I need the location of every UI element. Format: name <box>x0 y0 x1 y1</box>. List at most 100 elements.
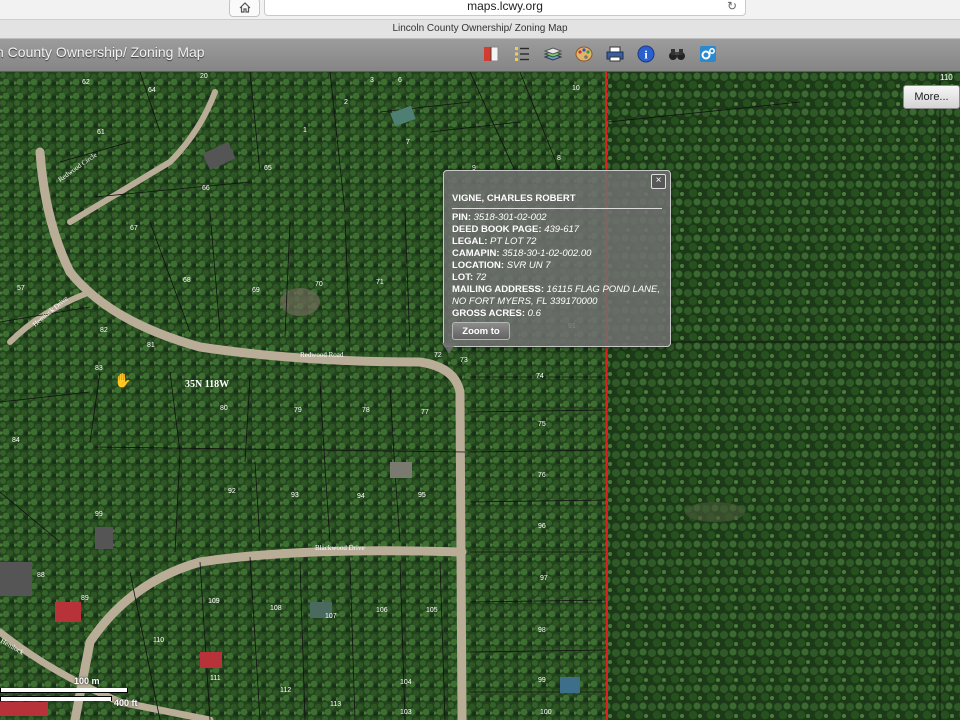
parcel-number-label: 81 <box>147 342 155 349</box>
parcel-number-label: 113 <box>330 701 341 708</box>
parcel-number-label: 112 <box>280 687 291 694</box>
parcel-number-label: 109 <box>208 598 220 605</box>
parcel-number-label: 94 <box>357 493 365 500</box>
hand-cursor-icon: ✋ <box>114 372 132 388</box>
parcel-number-label: 111 <box>210 675 221 682</box>
parcel-number-label: 6 <box>398 77 402 84</box>
parcel-number-label: 68 <box>183 277 191 284</box>
parcel-number-label: 66 <box>202 185 210 192</box>
parcel-number-label: 107 <box>325 613 337 620</box>
parcel-number-label: 100 <box>540 709 552 716</box>
palette-icon[interactable] <box>573 43 595 65</box>
scale-bar: 100 m 400 ft <box>0 676 160 710</box>
parcel-number-label: 97 <box>540 575 548 582</box>
parcel-number-label: 99 <box>538 677 546 684</box>
layers-icon[interactable] <box>542 43 564 65</box>
road-label-blackwood-drive: Blackwood Drive <box>315 544 365 552</box>
settings-icon[interactable] <box>697 43 719 65</box>
parcel-number-label: 92 <box>228 488 236 495</box>
field-deed-book-page: DEED BOOK PAGE: 439-617 <box>452 224 580 235</box>
parcel-number-label: 96 <box>538 523 546 530</box>
popup-pointer <box>442 343 456 354</box>
parcel-number-label: 75 <box>538 421 546 428</box>
parcel-number-label: 10 <box>572 85 580 92</box>
parcel-number-label: 1 <box>303 127 307 134</box>
parcel-number-label: 74 <box>536 373 544 380</box>
home-button[interactable] <box>229 0 260 17</box>
parcel-number-label: 104 <box>400 679 412 686</box>
field-location: LOCATION: SVR UN 7 <box>452 260 551 271</box>
popup-divider <box>452 208 662 209</box>
field-gross-acres: GROSS ACRES: 0.6 <box>452 308 541 319</box>
field-legal: LEGAL: PT LOT 72 <box>452 236 537 247</box>
road-label-redwood-circle: Redwood Circle <box>57 151 99 184</box>
parcel-number-label: 93 <box>291 492 299 499</box>
scale-imperial-label: 400 ft <box>114 698 138 708</box>
more-button[interactable]: More... <box>903 85 960 109</box>
reload-icon[interactable]: ↻ <box>727 0 737 15</box>
parcel-number-label: 78 <box>362 407 370 414</box>
road-label-hemlock: Hemlock <box>0 637 26 657</box>
parcel-number-label: 71 <box>376 279 384 286</box>
parcel-number-label: 65 <box>264 165 272 172</box>
parcel-number-label: 98 <box>538 627 546 634</box>
parcel-number-label: 110 <box>153 637 164 644</box>
popup-close-button[interactable]: × <box>651 174 666 189</box>
parcel-number-label: 103 <box>400 709 412 716</box>
parcel-number-label: 64 <box>148 87 156 94</box>
parcel-number-label: 8 <box>557 155 561 162</box>
parcel-number-label: 20 <box>200 73 208 80</box>
browser-toolbar: maps.lcwy.org ↻ <box>0 0 960 20</box>
binoculars-icon[interactable] <box>666 43 688 65</box>
browser-tab[interactable]: Lincoln County Ownership/ Zoning Map <box>0 20 960 39</box>
parcel-number-label: 61 <box>97 129 105 136</box>
parcel-number-label: 3 <box>370 77 374 84</box>
parcel-number-label: 84 <box>12 437 20 444</box>
scale-metric-bar <box>0 688 128 693</box>
parcel-number-label: 77 <box>421 409 429 416</box>
field-pin: PIN: 3518-301-02-002 <box>452 212 547 223</box>
parcel-number-label: 69 <box>252 287 260 294</box>
edge-label: 110 <box>940 73 953 82</box>
parcel-number-label: 95 <box>418 492 426 499</box>
parcel-number-label: 2 <box>344 99 348 106</box>
parcel-number-label: 108 <box>270 605 282 612</box>
parcel-number-label: 105 <box>426 607 438 614</box>
url-text: maps.lcwy.org <box>467 0 543 13</box>
info-icon[interactable]: i <box>635 43 657 65</box>
print-icon[interactable] <box>604 43 626 65</box>
legend-list-icon[interactable] <box>511 43 533 65</box>
field-mailing-address: MAILING ADDRESS: 16115 FLAG POND LANE, N… <box>452 284 661 307</box>
parcel-number-label: 89 <box>81 595 89 602</box>
parcel-number-label: 106 <box>376 607 388 614</box>
scale-metric-label: 100 m <box>74 676 100 686</box>
parcel-attributes: PIN: 3518-301-02-002 DEED BOOK PAGE: 439… <box>452 212 664 320</box>
zoom-to-button[interactable]: Zoom to <box>452 322 510 340</box>
app-title: n County Ownership/ Zoning Map <box>0 44 205 60</box>
parcel-number-label: 70 <box>315 281 323 288</box>
parcel-number-label: 67 <box>130 225 138 232</box>
parcel-number-label: 62 <box>82 79 90 86</box>
field-lot: LOT: 72 <box>452 272 487 283</box>
field-camapin: CAMAPIN: 3518-30-1-02-002.00 <box>452 248 592 259</box>
parcel-number-label: 76 <box>538 472 546 479</box>
road-label-hemlock-drive: Hemlock Drive <box>31 295 69 329</box>
address-bar[interactable]: maps.lcwy.org ↻ <box>264 0 746 16</box>
road-label-redwood-road: Redwood Road <box>300 351 344 359</box>
parcel-info-popup: × VIGNE, CHARLES ROBERT PIN: 3518-301-02… <box>442 170 671 354</box>
owner-name: VIGNE, CHARLES ROBERT <box>452 193 576 204</box>
parcel-number-label: 72 <box>434 352 442 359</box>
book-icon[interactable] <box>480 43 502 65</box>
parcel-number-label: 7 <box>406 139 410 146</box>
parcel-number-label: 82 <box>100 327 108 334</box>
parcel-number-label: 99 <box>95 511 103 518</box>
parcel-number-label: 80 <box>220 405 228 412</box>
map-toolbar: i <box>480 43 719 65</box>
parcel-number-label: 57 <box>17 285 25 292</box>
parcel-number-label: 88 <box>37 572 45 579</box>
tab-title: Lincoln County Ownership/ Zoning Map <box>392 23 568 34</box>
parcel-number-label: 79 <box>294 407 302 414</box>
parcel-number-label: 73 <box>460 357 468 364</box>
home-icon <box>239 2 250 13</box>
parcel-number-label: 83 <box>95 365 103 372</box>
